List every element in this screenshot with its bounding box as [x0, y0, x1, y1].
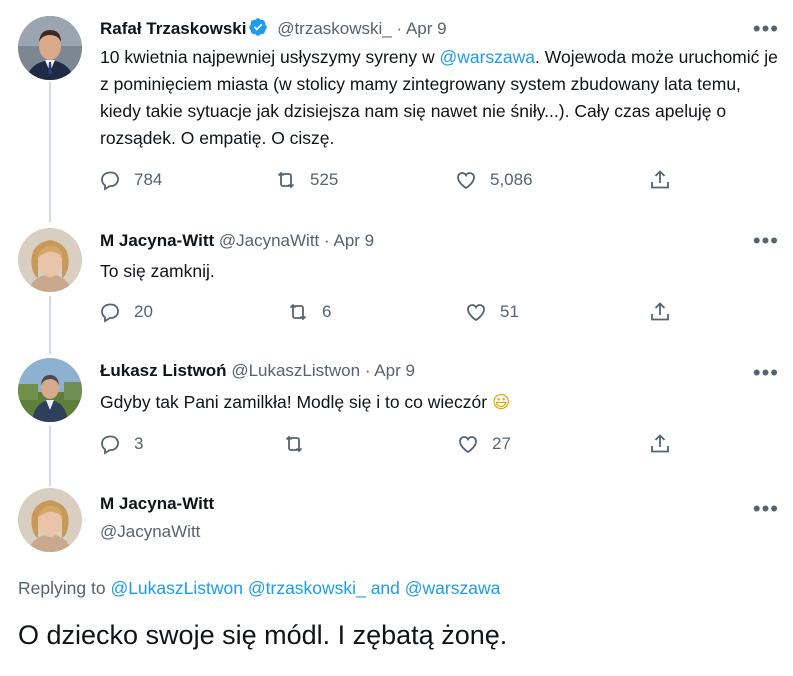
- avatar-image: [18, 16, 82, 80]
- like-count: 27: [492, 434, 511, 453]
- retweet-button[interactable]: 525: [274, 168, 338, 192]
- share-icon: [651, 302, 669, 321]
- author-name[interactable]: Rafał Trzaskowski: [100, 19, 246, 38]
- reply-button[interactable]: 784: [98, 168, 162, 192]
- separator-dot: ·: [324, 231, 330, 250]
- reply-icon: [101, 435, 119, 455]
- retweet-count: 6: [322, 302, 332, 321]
- reply-count: 3: [134, 434, 144, 453]
- avatar-image: [18, 488, 82, 552]
- share-icon: [651, 434, 669, 453]
- retweet-button[interactable]: 6: [286, 300, 331, 324]
- reply-icon: [101, 303, 119, 323]
- author-handle[interactable]: @JacynaWitt: [219, 231, 319, 250]
- replying-prefix: Replying to: [18, 578, 106, 598]
- author-handle[interactable]: @JacynaWitt: [100, 522, 200, 542]
- retweet-icon: [289, 303, 307, 321]
- tweet-text-part: Gdyby tak Pani zamilkła! Modlę się i to …: [100, 392, 488, 412]
- like-count: 51: [500, 302, 519, 321]
- mention-link[interactable]: and: [371, 578, 400, 598]
- separator-dot: ·: [396, 19, 403, 38]
- reply-icon: [101, 171, 119, 191]
- tweet-date[interactable]: Apr 9: [333, 231, 374, 250]
- retweet-icon: [277, 171, 295, 189]
- retweet-button[interactable]: [282, 432, 318, 456]
- author-name[interactable]: Łukasz Listwoń: [100, 361, 227, 380]
- avatar[interactable]: [18, 228, 82, 292]
- more-icon[interactable]: •••: [753, 230, 779, 252]
- avatar-image: [18, 358, 82, 422]
- author-name[interactable]: M Jacyna-Witt: [100, 494, 214, 514]
- author-handle[interactable]: @LukaszListwon: [231, 361, 360, 380]
- tweet-header: Rafał Trzaskowski @trzaskowski_ · Apr 9: [100, 17, 447, 42]
- tweet-actions: 20 6 51: [98, 300, 688, 328]
- avatar-image: [18, 228, 82, 292]
- like-button[interactable]: 5,086: [454, 168, 533, 192]
- verified-badge-icon: [248, 17, 268, 42]
- avatar[interactable]: [18, 488, 82, 552]
- grinning-emoji: 😃: [491, 393, 511, 413]
- main-tweet-text: O dziecko swoje się módl. I zębatą żonę.: [18, 620, 508, 650]
- share-icon: [651, 170, 669, 189]
- like-button[interactable]: 27: [456, 432, 511, 456]
- avatar[interactable]: [18, 358, 82, 422]
- reply-count: 784: [134, 170, 163, 189]
- share-button[interactable]: [648, 432, 672, 456]
- tweet-text: To się zamknij.: [100, 261, 215, 281]
- mention-link[interactable]: @trzaskowski_: [248, 578, 366, 598]
- tweet-text-part: 10 kwietnia najpewniej usłyszymy syreny …: [100, 47, 440, 67]
- author-handle[interactable]: @trzaskowski_: [277, 19, 392, 38]
- tweet-header: Łukasz Listwoń @LukaszListwon · Apr 9: [100, 361, 415, 381]
- tweet[interactable]: Rafał Trzaskowski @trzaskowski_ · Apr 9 …: [0, 0, 793, 210]
- share-button[interactable]: [648, 300, 672, 324]
- tweet-actions: 784 525 5,086: [98, 168, 688, 196]
- like-icon: [459, 436, 477, 454]
- like-icon: [467, 304, 485, 322]
- author-name[interactable]: M Jacyna-Witt: [100, 231, 214, 250]
- more-icon[interactable]: •••: [753, 18, 779, 40]
- separator-dot: ·: [364, 361, 371, 380]
- like-count: 5,086: [490, 170, 533, 189]
- avatar[interactable]: [18, 16, 82, 80]
- like-icon: [457, 172, 475, 190]
- tweet-actions: 3 27: [98, 432, 688, 460]
- mention-link[interactable]: @warszawa: [439, 47, 535, 67]
- tweet-date[interactable]: Apr 9: [374, 361, 415, 380]
- tweet-text: Gdyby tak Pani zamilkła! Modlę się i to …: [100, 389, 780, 417]
- retweet-icon: [285, 435, 303, 453]
- tweet-date[interactable]: Apr 9: [406, 19, 447, 38]
- tweet[interactable]: M Jacyna-Witt @JacynaWitt · Apr 9 ••• To…: [0, 212, 793, 342]
- mention-link[interactable]: @LukaszListwon: [110, 578, 243, 598]
- tweet[interactable]: Łukasz Listwoń @LukaszListwon · Apr 9 ••…: [0, 344, 793, 474]
- replying-to: Replying to @LukaszListwon @trzaskowski_…: [18, 578, 500, 599]
- reply-button[interactable]: 3: [98, 432, 143, 456]
- mention-link[interactable]: @warszawa: [405, 578, 501, 598]
- reply-button[interactable]: 20: [98, 300, 153, 324]
- retweet-count: 525: [310, 170, 339, 189]
- more-icon[interactable]: •••: [753, 362, 779, 384]
- reply-count: 20: [134, 302, 153, 321]
- more-icon[interactable]: •••: [753, 498, 779, 520]
- tweet-header: M Jacyna-Witt @JacynaWitt · Apr 9: [100, 231, 374, 251]
- like-button[interactable]: 51: [464, 300, 519, 324]
- tweet-text: 10 kwietnia najpewniej usłyszymy syreny …: [100, 44, 780, 152]
- share-button[interactable]: [648, 168, 672, 192]
